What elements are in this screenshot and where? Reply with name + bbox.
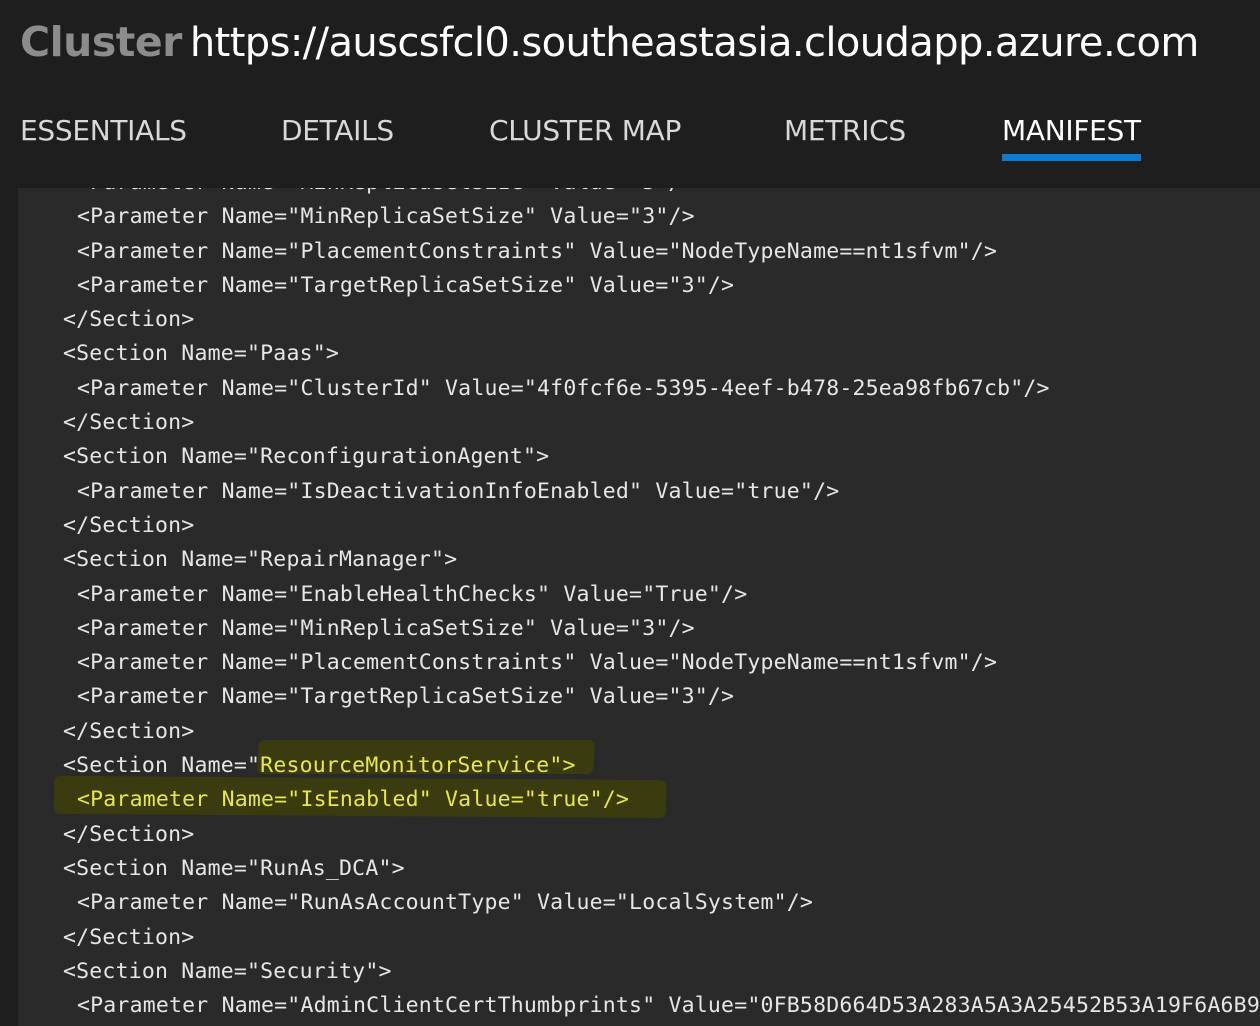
code-line: </Section>	[63, 410, 195, 436]
cluster-url: https://auscsfcl0.southeastasia.cloudapp…	[189, 20, 1199, 66]
code-line-highlighted: <Section Name="ResourceMonitorService">	[18, 749, 1260, 783]
tab-label: ESSENTIALS	[20, 114, 187, 147]
manifest-lines: <Parameter Name="MinReplicaSetSize" Valu…	[18, 188, 1260, 1023]
tab-cluster-map[interactable]: CLUSTER MAP	[489, 112, 681, 150]
code-line: <Parameter Name="MinReplicaSetSize" Valu…	[77, 204, 695, 230]
code-line: </Section>	[63, 718, 195, 744]
tab-label: CLUSTER MAP	[489, 114, 682, 147]
tab-bar: ESSENTIALS DETAILS CLUSTER MAP METRICS M…	[0, 112, 1260, 172]
tab-details[interactable]: DETAILS	[281, 112, 394, 150]
code-line: <Section Name="Paas">	[63, 341, 340, 367]
code-line: <Section Name="RepairManager">	[63, 547, 458, 573]
page-title: Cluster https://auscsfcl0.southeastasia.c…	[20, 20, 1199, 66]
tab-manifest[interactable]: MANIFEST	[1002, 112, 1141, 161]
tab-metrics[interactable]: METRICS	[784, 112, 906, 150]
title-kind-label: Cluster	[20, 18, 182, 66]
code-line: <Parameter Name="IsDeactivationInfoEnabl…	[77, 478, 840, 504]
tab-label: METRICS	[784, 114, 906, 147]
code-line: </Section>	[63, 821, 195, 847]
code-line: <Parameter Name="RunAsAccountType" Value…	[77, 890, 814, 916]
code-line: <Parameter Name="TargetReplicaSetSize" V…	[77, 272, 735, 298]
code-fragment: <Section Name="	[63, 753, 261, 779]
code-line: <Section Name="RunAs_DCA">	[63, 855, 405, 881]
code-line: <Parameter Name="PlacementConstraints" V…	[77, 238, 998, 264]
highlighted-fragment: ResourceMonitorService">	[260, 753, 576, 779]
tab-label: MANIFEST	[1002, 114, 1141, 147]
code-line-highlighted: <Parameter Name="IsEnabled" Value="true"…	[77, 787, 630, 813]
code-line: <Section Name="ReconfigurationAgent">	[63, 444, 550, 470]
tab-essentials[interactable]: ESSENTIALS	[20, 112, 187, 150]
code-line: </Section>	[63, 307, 195, 333]
code-line: </Section>	[63, 512, 195, 538]
code-line: <Parameter Name="MinReplicaSetSize" Valu…	[77, 615, 695, 641]
code-line: <Parameter Name="TargetReplicaSetSize" V…	[77, 684, 735, 710]
code-line: <Parameter Name="ClusterId" Value="4f0fc…	[77, 375, 1050, 401]
code-line: <Parameter Name="EnableHealthChecks" Val…	[77, 581, 748, 607]
code-line: <Parameter Name="MinReplicaSetSize" Valu…	[18, 188, 1260, 200]
code-line: <Parameter Name="PlacementConstraints" V…	[77, 650, 998, 676]
tab-label: DETAILS	[281, 114, 394, 147]
cluster-manifest-page: Cluster https://auscsfcl0.southeastasia.c…	[0, 0, 1260, 1026]
code-line: </Section>	[63, 924, 195, 950]
code-line: <Section Name="Security">	[63, 958, 392, 984]
page-header: Cluster https://auscsfcl0.southeastasia.c…	[0, 0, 1260, 188]
code-line: <Parameter Name="AdminClientCertThumbpri…	[77, 993, 1260, 1019]
manifest-xml-viewer[interactable]: <Parameter Name="MinReplicaSetSize" Valu…	[18, 188, 1260, 1026]
active-tab-indicator	[1002, 154, 1141, 161]
